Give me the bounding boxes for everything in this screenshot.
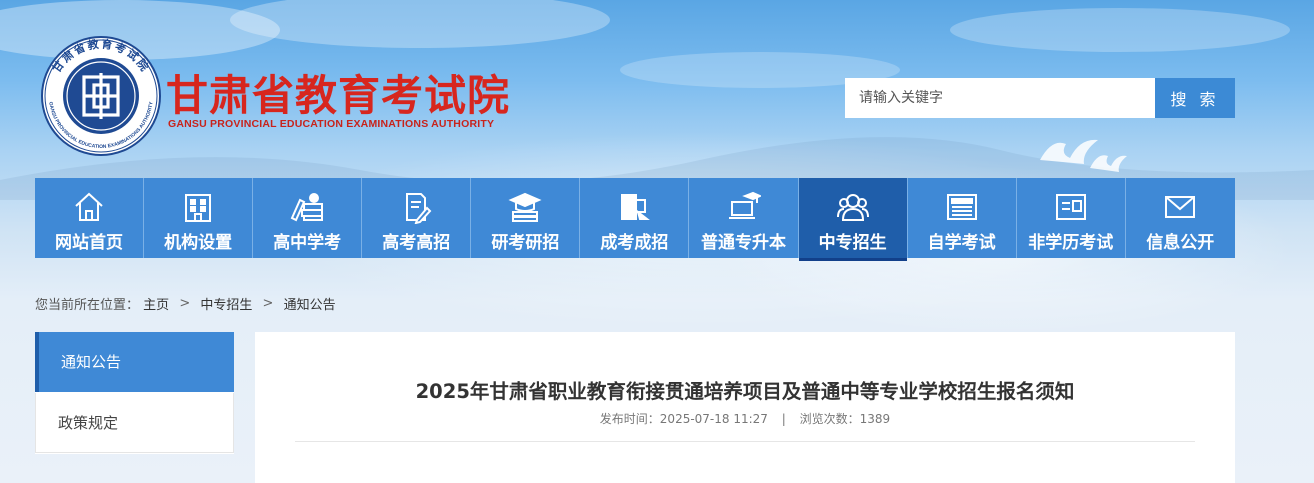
- document-pen-icon: [406, 193, 432, 224]
- nav-label: 机构设置: [164, 233, 233, 253]
- nav-item-postgraduate[interactable]: 研考研招: [471, 178, 581, 258]
- breadcrumb-section[interactable]: 中专招生: [200, 298, 252, 313]
- authority-emblem-logo: 甘肃省教育考试院 GANSU PROVINCIAL EDUCATION EXAM…: [41, 36, 161, 156]
- publish-time-value: 2025-07-18 11:27: [659, 412, 768, 426]
- nav-label: 网站首页: [55, 233, 124, 253]
- article-title: 2025年甘肃省职业教育衔接贯通培养项目及普通中等专业学校招生报名须知: [415, 380, 1075, 403]
- people-icon: [836, 194, 869, 221]
- divider: [295, 441, 1195, 442]
- search-button[interactable]: 搜 索: [1155, 78, 1235, 118]
- nav-item-home[interactable]: 网站首页: [35, 178, 145, 258]
- nav-label: 中专招生: [818, 233, 887, 253]
- nav-label: 非学历考试: [1028, 233, 1114, 253]
- nav-item-adult-exam[interactable]: 成考成招: [580, 178, 690, 258]
- sidebar-item-policies[interactable]: 政策规定: [35, 393, 234, 453]
- nav-item-secondary-vocational[interactable]: 中专招生: [798, 178, 908, 261]
- breadcrumb-prefix: 您当前所在位置：: [35, 298, 140, 313]
- nav-item-information-disclosure[interactable]: 信息公开: [1125, 178, 1235, 258]
- nav-label: 研考研招: [491, 233, 560, 253]
- nav-item-non-degree-exam[interactable]: 非学历考试: [1016, 178, 1126, 258]
- search-input[interactable]: [845, 78, 1155, 118]
- view-count-label: 浏览次数：: [799, 412, 860, 426]
- home-icon: [75, 192, 103, 221]
- book-flag-icon: [621, 194, 651, 220]
- nav-label: 高考高招: [382, 233, 451, 253]
- breadcrumb-home[interactable]: 主页: [143, 298, 169, 313]
- nav-item-self-study-exam[interactable]: 自学考试: [907, 178, 1017, 258]
- breadcrumb-separator: >: [179, 296, 191, 311]
- article-panel: 2025年甘肃省职业教育衔接贯通培养项目及普通中等专业学校招生报名须知 发布时间…: [255, 332, 1235, 483]
- breadcrumb-current[interactable]: 通知公告: [284, 298, 336, 313]
- building-icon: [185, 194, 212, 222]
- nav-item-upgrade-exam[interactable]: 普通专升本: [689, 178, 799, 258]
- nav-label: 高中学考: [273, 233, 342, 253]
- newspaper-icon: [946, 194, 977, 220]
- publish-time-label: 发布时间：: [599, 412, 660, 426]
- site-title: 甘肃省教育考试院: [166, 71, 511, 120]
- nav-label: 普通专升本: [701, 233, 786, 253]
- main-nav: 网站首页 机构设置 高中学考 高考高招 研考研招 成考成招 普通专升本 中专招生…: [35, 178, 1235, 261]
- nav-item-high-school-exam[interactable]: 高中学考: [253, 178, 363, 258]
- site-subtitle: GANSU PROVINCIAL EDUCATION EXAMINATIONS …: [168, 118, 495, 130]
- nav-label: 成考成招: [600, 233, 669, 253]
- books-icon: [290, 193, 324, 222]
- laptop-cap-icon: [728, 191, 761, 219]
- nav-item-college-entrance[interactable]: 高考高招: [362, 178, 472, 258]
- nav-label: 信息公开: [1146, 233, 1215, 253]
- mail-icon: [1165, 196, 1196, 218]
- id-card-icon: [1055, 194, 1086, 220]
- breadcrumb: 您当前所在位置： 主页 > 中专招生 > 通知公告: [35, 294, 336, 313]
- sidebar-item-notices[interactable]: 通知公告: [35, 332, 234, 392]
- nav-label: 自学考试: [927, 233, 996, 253]
- article-meta: 发布时间：2025-07-18 11:27 | 浏览次数：1389: [255, 410, 1235, 427]
- graduation-cap-icon: [508, 192, 542, 222]
- meta-separator: |: [781, 412, 786, 426]
- sidebar: 通知公告 政策规定: [35, 332, 234, 454]
- nav-item-organization[interactable]: 机构设置: [144, 178, 254, 258]
- view-count-value: 1389: [859, 412, 891, 426]
- breadcrumb-separator: >: [262, 296, 274, 311]
